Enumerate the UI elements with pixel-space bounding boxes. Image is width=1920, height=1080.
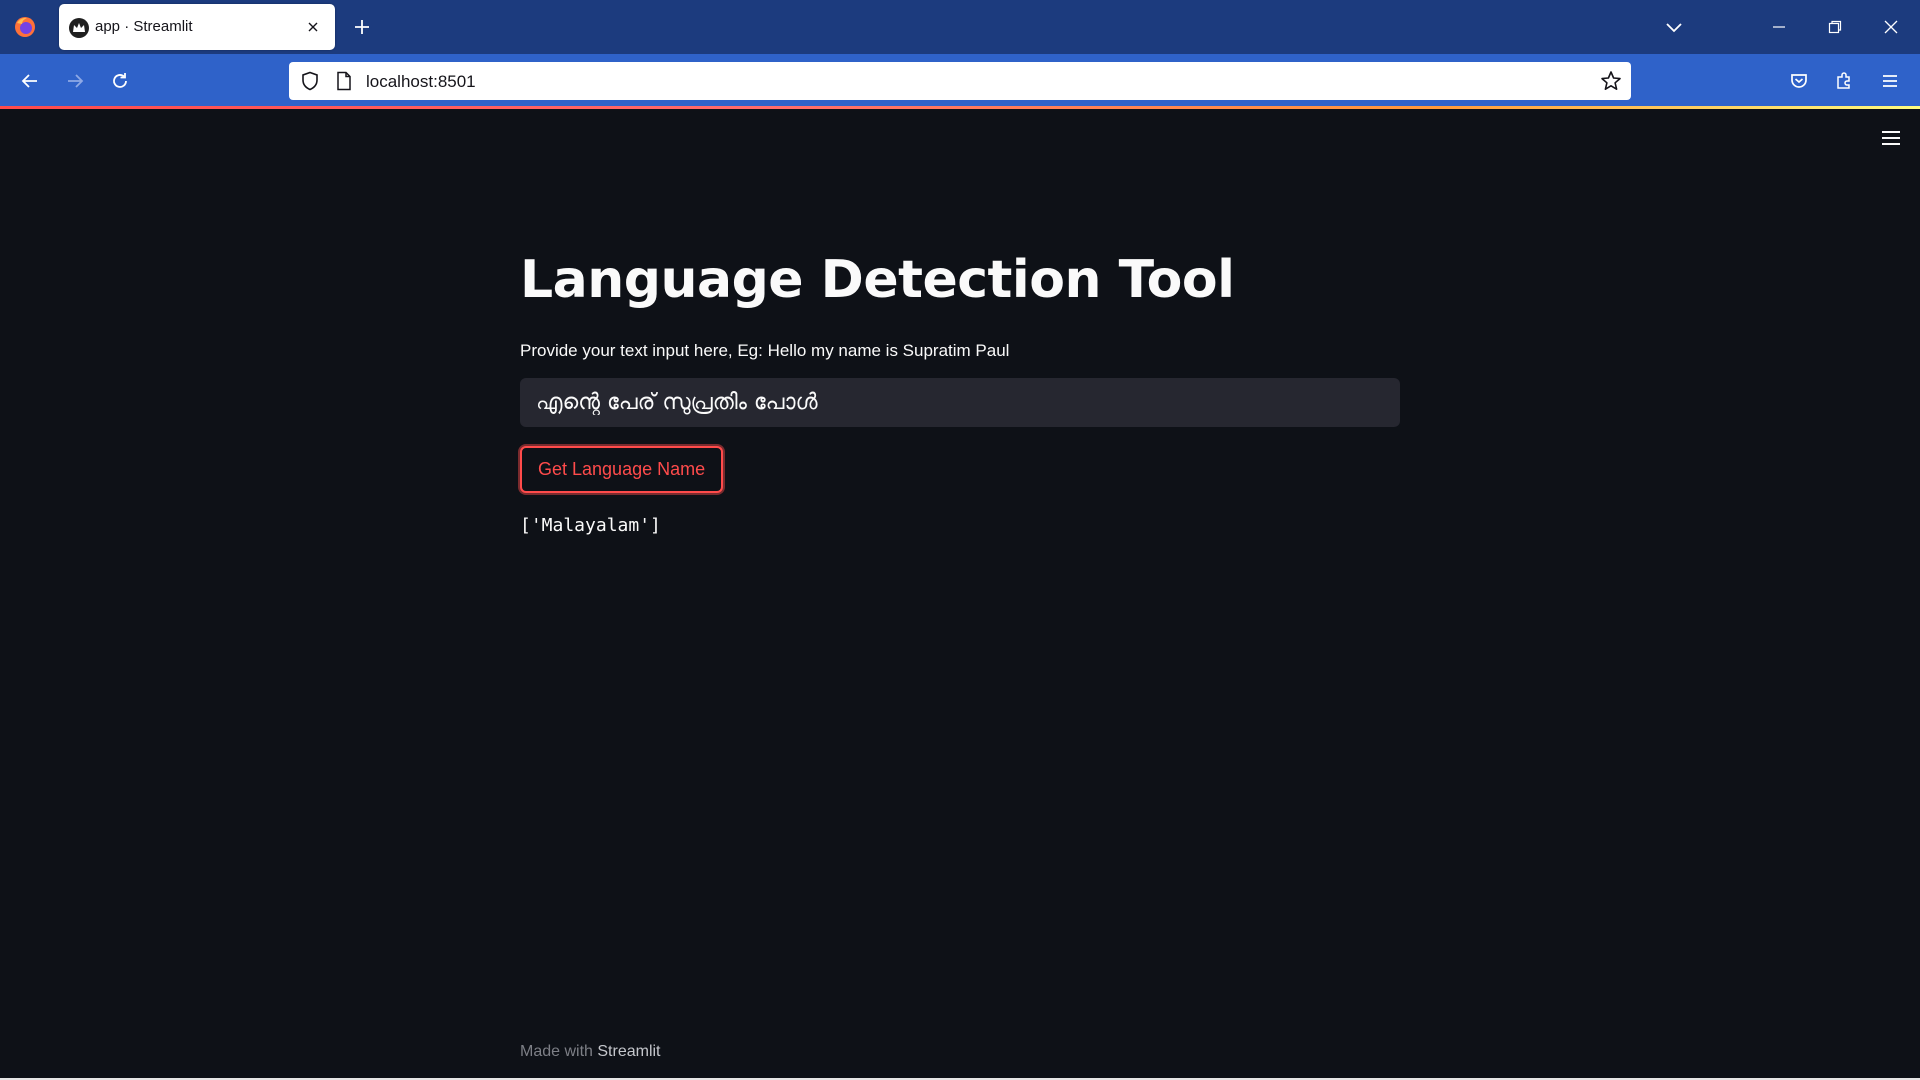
shield-icon[interactable] [299, 70, 321, 92]
app-menu-icon[interactable] [1878, 126, 1904, 150]
streamlit-link[interactable]: Streamlit [597, 1043, 660, 1060]
text-input-label: Provide your text input here, Eg: Hello … [520, 341, 1010, 360]
new-tab-icon[interactable] [349, 14, 375, 40]
browser-tab-bar: app · Streamlit [0, 0, 1920, 54]
minimize-icon[interactable] [1766, 14, 1792, 40]
streamlit-decoration-bar [0, 106, 1920, 109]
text-input[interactable] [520, 378, 1400, 427]
chevron-down-icon[interactable] [1661, 14, 1687, 40]
browser-tab[interactable]: app · Streamlit [59, 4, 335, 50]
forward-arrow-icon[interactable] [60, 66, 90, 96]
url-bar[interactable]: localhost:8501 [289, 62, 1631, 100]
result-output: ['Malayalam'] [520, 515, 661, 536]
restore-icon[interactable] [1822, 14, 1848, 40]
hamburger-menu-icon[interactable] [1875, 66, 1905, 96]
pocket-icon[interactable] [1784, 66, 1814, 96]
extensions-puzzle-icon[interactable] [1829, 66, 1859, 96]
back-arrow-icon[interactable] [15, 66, 45, 96]
close-window-icon[interactable] [1878, 14, 1904, 40]
page-title: Language Detection Tool [520, 250, 1235, 310]
url-text[interactable]: localhost:8501 [366, 72, 476, 92]
footer-prefix: Made with [520, 1043, 598, 1060]
footer: Made with Streamlit [520, 1043, 661, 1061]
star-icon[interactable] [1599, 69, 1623, 93]
tab-title: app · Streamlit [95, 18, 193, 35]
close-tab-icon[interactable] [303, 17, 323, 37]
get-language-name-button[interactable]: Get Language Name [520, 446, 724, 493]
reload-icon[interactable] [105, 66, 135, 96]
streamlit-crown-icon [69, 18, 89, 38]
firefox-logo-icon[interactable] [13, 15, 37, 39]
page-icon[interactable] [333, 70, 355, 92]
